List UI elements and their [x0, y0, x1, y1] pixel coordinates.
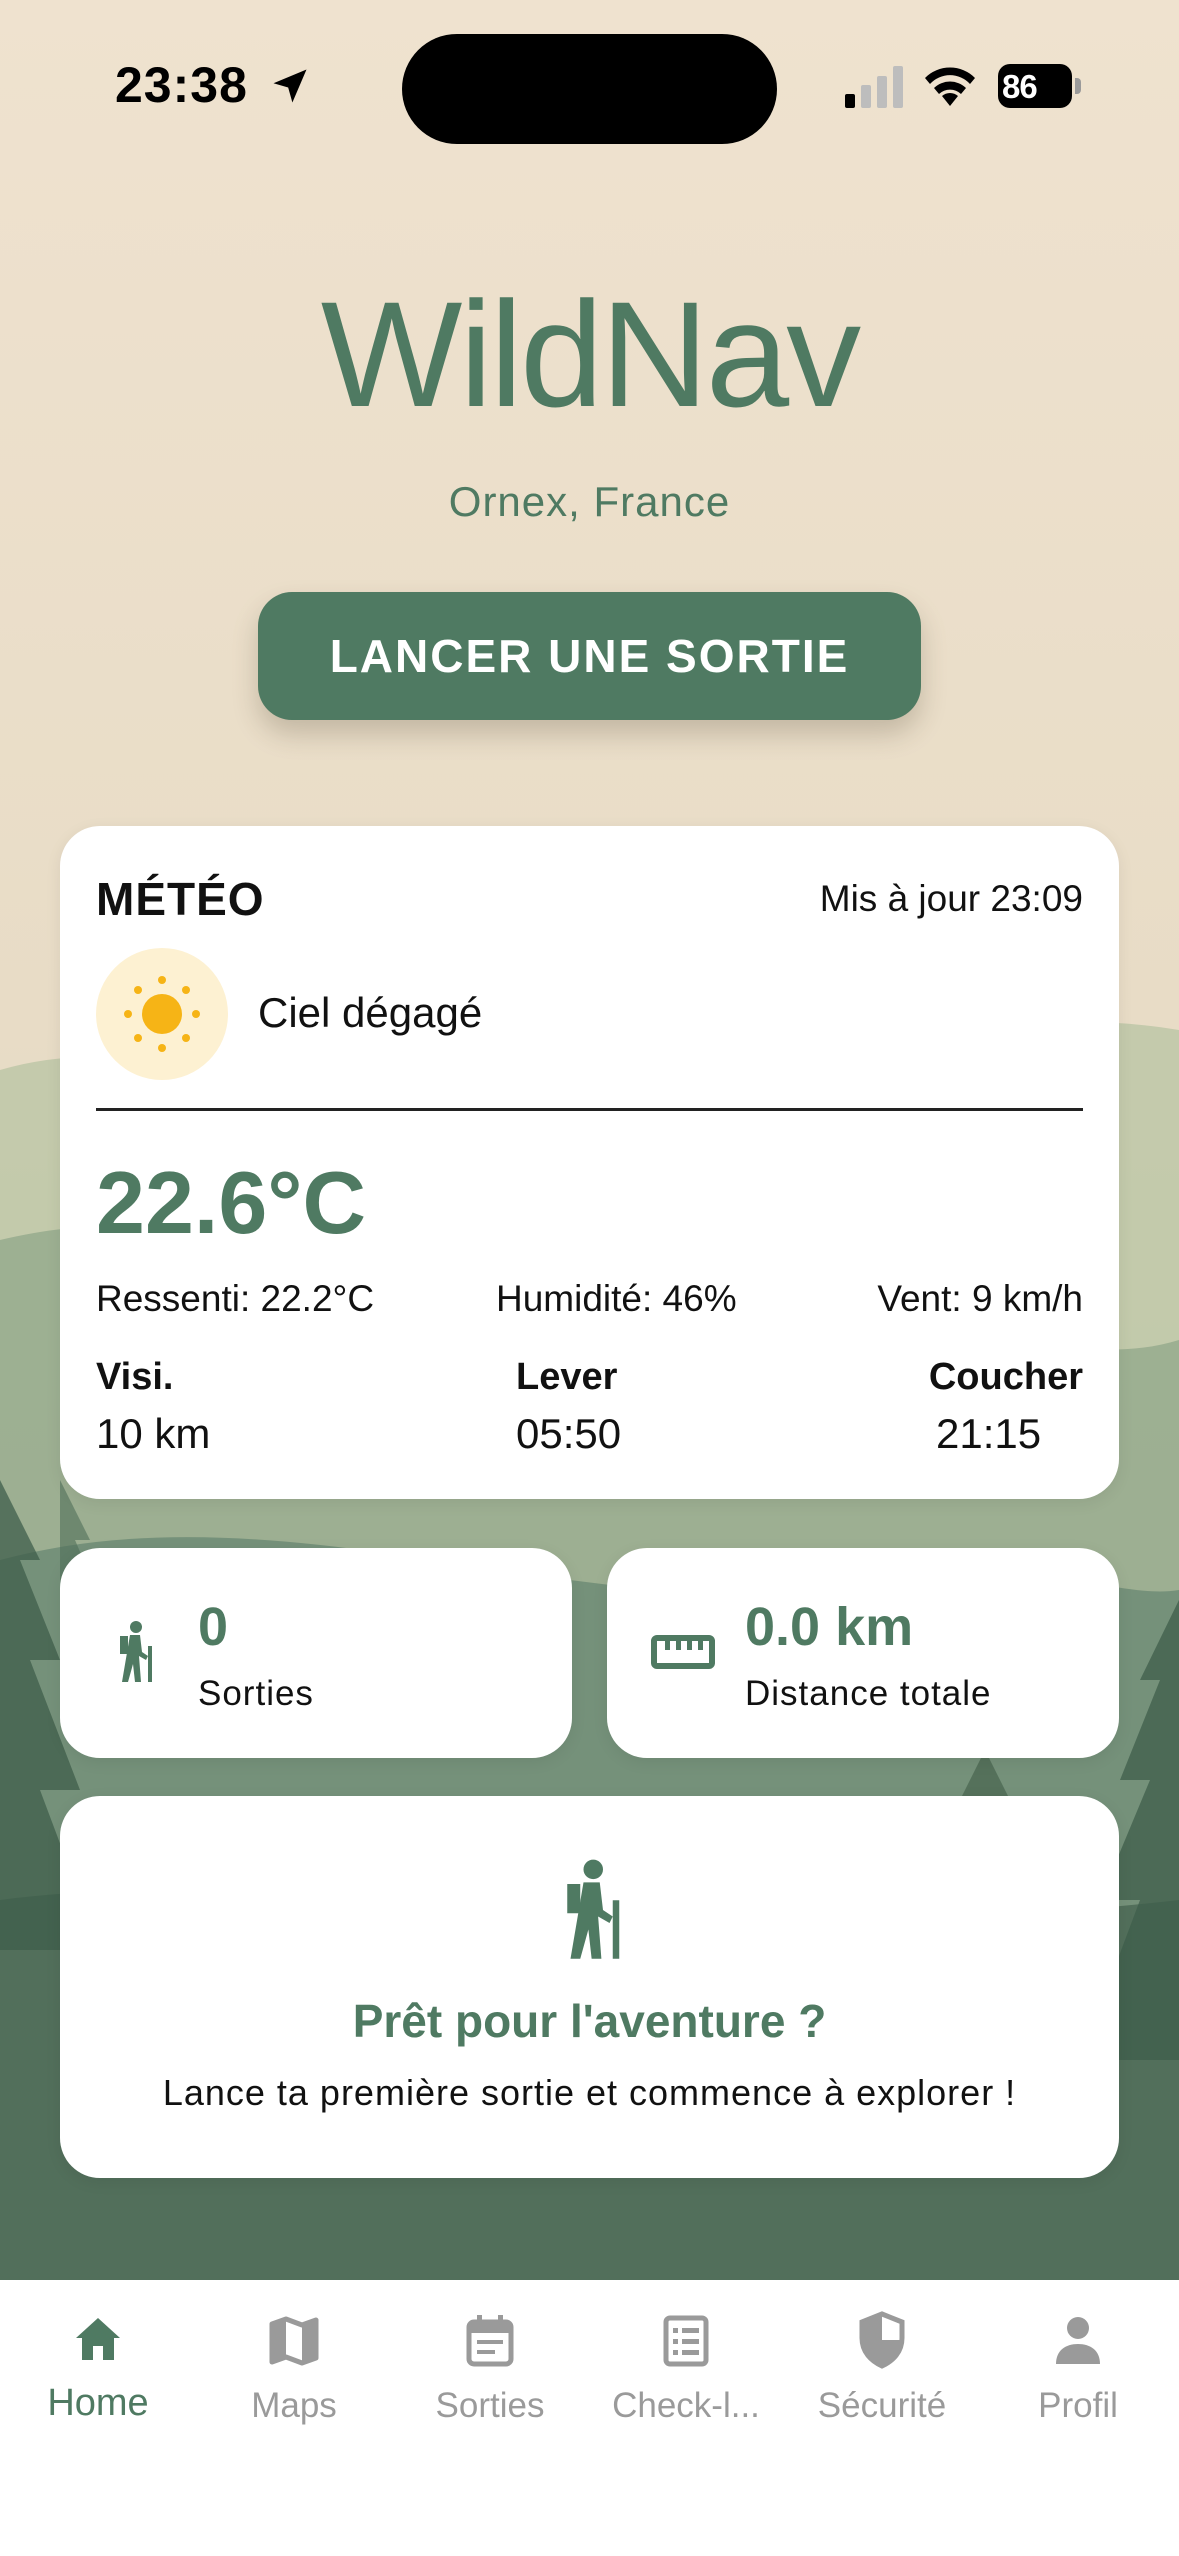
tab-profil[interactable]: Profil — [980, 2280, 1176, 2450]
shield-icon — [859, 2311, 905, 2369]
weather-condition: Ciel dégagé — [258, 989, 483, 1036]
weather-divider — [96, 1108, 1083, 1111]
person-icon — [1056, 2317, 1100, 2364]
adventure-text: Lance ta première sortie et commence à e… — [162, 2072, 1017, 2113]
wifi-icon — [925, 67, 975, 106]
tab-home[interactable]: Home — [0, 2280, 196, 2450]
feels-like: Ressenti: 22.2°C — [96, 1278, 375, 1319]
weather-title: MÉTÉO — [96, 873, 265, 925]
sun-icon — [124, 976, 200, 1052]
distance-stat-card[interactable]: 0.0 km Distance totale — [607, 1548, 1119, 1758]
tab-maps[interactable]: Maps — [196, 2280, 392, 2450]
sunrise-label: Lever — [516, 1356, 618, 1398]
battery-indicator: 86 — [998, 64, 1082, 108]
battery-level: 86 — [1002, 68, 1038, 105]
start-outing-button[interactable]: LANCER UNE SORTIE — [258, 592, 921, 720]
outings-count: 0 — [198, 1597, 229, 1657]
visibility-label: Visi. — [96, 1356, 174, 1398]
distance-label: Distance totale — [745, 1674, 992, 1713]
checklist-icon — [663, 2315, 709, 2367]
sunset-label: Coucher — [928, 1356, 1083, 1398]
humidity: Humidité: 46% — [496, 1278, 737, 1319]
calendar-icon — [466, 2315, 514, 2367]
wind: Vent: 9 km/h — [877, 1278, 1083, 1319]
adventure-card: Prêt pour l'aventure ? Lance ta première… — [60, 1796, 1119, 2178]
tab-label: Sorties — [435, 2386, 545, 2425]
status-bar: 23:38 86 — [0, 0, 1179, 175]
sunset-value: 21:15 — [936, 1410, 1042, 1457]
visibility-value: 10 km — [96, 1410, 211, 1457]
tab-label: Profil — [1038, 2386, 1118, 2425]
location-label: Ornex, France — [448, 478, 731, 525]
tab-label: Sécurité — [817, 2386, 947, 2425]
dynamic-island — [402, 34, 777, 144]
map-icon — [269, 2316, 319, 2366]
weather-card: MÉTÉO Mis à jour 23:09 Ciel dégagé 22.6°… — [60, 826, 1119, 1499]
location-arrow-icon — [273, 69, 307, 103]
tab-label: Maps — [251, 2386, 337, 2425]
tab-label: Home — [47, 2382, 149, 2424]
tab-securite[interactable]: Sécurité — [784, 2280, 980, 2450]
home-icon — [76, 2318, 120, 2360]
adventure-title: Prêt pour l'aventure ? — [352, 1995, 827, 2047]
tab-sorties[interactable]: Sorties — [392, 2280, 588, 2450]
weather-icon-badge — [96, 948, 228, 1080]
status-time: 23:38 — [115, 57, 248, 113]
tab-checklist[interactable]: Check-l... — [588, 2280, 784, 2450]
outings-label: Sorties — [198, 1674, 314, 1713]
ruler-icon — [651, 1635, 715, 1669]
hiker-icon — [567, 1859, 620, 1959]
weather-updated-time: Mis à jour 23:09 — [819, 878, 1083, 919]
cellular-signal-icon — [845, 66, 903, 108]
tab-label: Check-l... — [612, 2386, 760, 2425]
outings-stat-card[interactable]: 0 Sorties — [60, 1548, 572, 1758]
temperature-value: 22.6°C — [96, 1153, 367, 1252]
tab-bar: Home Maps Sorties Check-l... Sécurité Pr… — [0, 2280, 1179, 2556]
sunrise-value: 05:50 — [516, 1410, 622, 1457]
total-distance: 0.0 km — [745, 1597, 914, 1657]
app-title: WildNav — [320, 270, 861, 438]
hiker-icon — [120, 1621, 152, 1682]
